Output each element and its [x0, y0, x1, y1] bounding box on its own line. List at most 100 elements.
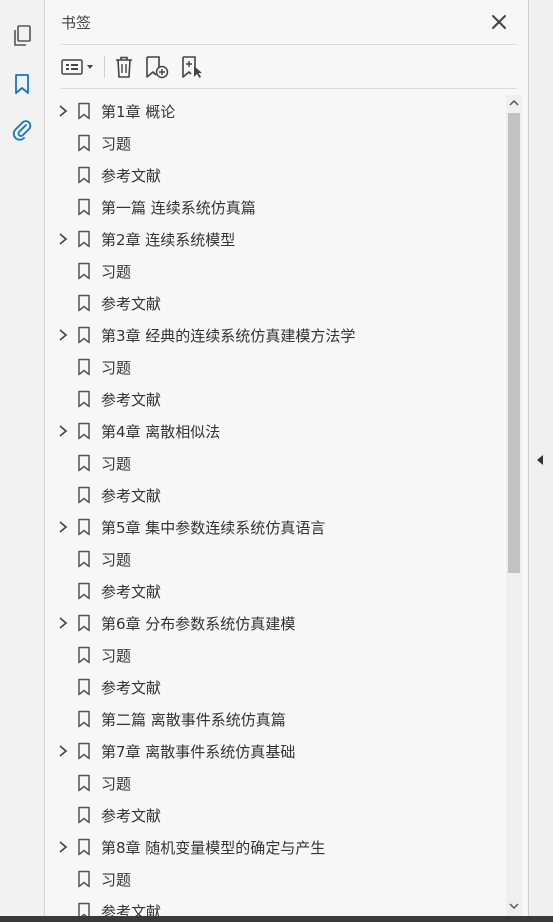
- delete-icon[interactable]: [111, 54, 137, 80]
- toolbar-separator: [104, 56, 105, 78]
- scrollbar-thumb[interactable]: [508, 113, 520, 573]
- bookmark-icon: [77, 262, 91, 280]
- bookmark-item[interactable]: 第一篇 连续系统仿真篇: [45, 191, 505, 223]
- bookmark-item[interactable]: 参考文献: [45, 799, 505, 831]
- bookmark-icon: [77, 358, 91, 376]
- bookmark-label: 习题: [101, 551, 132, 569]
- attachment-icon[interactable]: [8, 116, 36, 144]
- bookmark-item[interactable]: 习题: [45, 255, 505, 287]
- chevron-right-icon[interactable]: [56, 423, 70, 439]
- bookmark-label: 参考文献: [101, 391, 162, 409]
- bookmark-list: 第1章 概论 习题 参考文献 第一篇 连续系统仿真篇 第2章 连续系统模型 习题 参考文献第…: [45, 95, 507, 916]
- bookmark-item[interactable]: 习题: [45, 863, 505, 895]
- chevron-right-icon[interactable]: [56, 519, 70, 535]
- bookmark-item[interactable]: 第8章 随机变量模型的确定与产生: [45, 831, 505, 863]
- bookmark-label: 习题: [101, 135, 132, 153]
- bookmark-label: 第5章 集中参数连续系统仿真语言: [101, 519, 326, 537]
- bookmark-item[interactable]: 参考文献: [45, 575, 505, 607]
- bookmark-icon: [77, 390, 91, 408]
- bookmark-item[interactable]: 参考文献: [45, 287, 505, 319]
- divider: [61, 44, 517, 45]
- chevron-right-icon[interactable]: [56, 231, 70, 247]
- bookmark-icon: [77, 902, 91, 916]
- bookmark-label: 第4章 离散相似法: [101, 423, 221, 441]
- bookmark-item[interactable]: 参考文献: [45, 479, 505, 511]
- bookmark-icon: [77, 454, 91, 472]
- scrollbar[interactable]: [506, 95, 522, 916]
- bookmark-icon: [77, 582, 91, 600]
- bookmark-item[interactable]: 参考文献: [45, 383, 505, 415]
- bookmark-item[interactable]: 第4章 离散相似法: [45, 415, 505, 447]
- bookmark-label: 习题: [101, 455, 132, 473]
- bookmark-icon: [77, 134, 91, 152]
- expand-pane-icon[interactable]: [534, 452, 546, 466]
- chevron-right-icon[interactable]: [56, 327, 70, 343]
- bookmark-label: 参考文献: [101, 167, 162, 185]
- bookmark-label: 第3章 经典的连续系统仿真建模方法学: [101, 327, 356, 345]
- bookmark-label: 参考文献: [101, 583, 162, 601]
- chevron-right-icon[interactable]: [56, 743, 70, 759]
- bookmark-icon: [77, 774, 91, 792]
- bookmark-label: 参考文献: [101, 807, 162, 825]
- bookmark-icon: [77, 678, 91, 696]
- bookmark-icon: [77, 710, 91, 728]
- bookmark-icon: [77, 550, 91, 568]
- new-bookmark-icon[interactable]: [143, 54, 171, 80]
- bookmark-label: 习题: [101, 263, 132, 281]
- bottom-strip: [0, 916, 553, 922]
- chevron-right-icon[interactable]: [56, 615, 70, 631]
- bookmark-icon: [77, 230, 91, 248]
- bookmark-label: 参考文献: [101, 903, 162, 916]
- bookmark-icon: [77, 646, 91, 664]
- new-bookmark-from-structure-icon[interactable]: [179, 54, 207, 80]
- bookmark-icon: [77, 166, 91, 184]
- bookmark-icon: [77, 422, 91, 440]
- bookmark-label: 参考文献: [101, 679, 162, 697]
- bookmark-icon: [77, 198, 91, 216]
- collapsed-side-pane: [528, 0, 553, 916]
- bookmark-item[interactable]: 习题: [45, 639, 505, 671]
- chevron-right-icon[interactable]: [56, 103, 70, 119]
- bookmark-label: 参考文献: [101, 487, 162, 505]
- bookmark-toolbar: [45, 46, 528, 88]
- navigation-rail: [0, 0, 45, 916]
- bookmark-item[interactable]: 第二篇 离散事件系统仿真篇: [45, 703, 505, 735]
- options-menu-icon[interactable]: [59, 54, 97, 80]
- bookmark-icon: [77, 294, 91, 312]
- panel-title: 书签: [61, 14, 92, 32]
- bookmark-item[interactable]: 第6章 分布参数系统仿真建模: [45, 607, 505, 639]
- bookmark-item[interactable]: 参考文献: [45, 159, 505, 191]
- chevron-right-icon[interactable]: [56, 839, 70, 855]
- bookmark-item[interactable]: 第3章 经典的连续系统仿真建模方法学: [45, 319, 505, 351]
- bookmark-label: 第一篇 连续系统仿真篇: [101, 199, 256, 217]
- bookmark-icon: [77, 486, 91, 504]
- bookmark-icon: [77, 838, 91, 856]
- scroll-up-icon[interactable]: [506, 95, 522, 111]
- bookmark-label: 第1章 概论: [101, 103, 176, 121]
- bookmark-item[interactable]: 习题: [45, 447, 505, 479]
- bookmark-item[interactable]: 习题: [45, 127, 505, 159]
- bookmark-item[interactable]: 第2章 连续系统模型: [45, 223, 505, 255]
- bookmark-item[interactable]: 第7章 离散事件系统仿真基础: [45, 735, 505, 767]
- bookmark-item[interactable]: 习题: [45, 543, 505, 575]
- bookmark-label: 习题: [101, 359, 132, 377]
- bookmark-item[interactable]: 习题: [45, 767, 505, 799]
- bookmark-item[interactable]: 第1章 概论: [45, 95, 505, 127]
- bookmark-icon: [77, 518, 91, 536]
- bookmark-icon: [77, 326, 91, 344]
- bookmark-icon: [77, 806, 91, 824]
- bookmark-icon: [77, 614, 91, 632]
- bookmark-item[interactable]: 第5章 集中参数连续系统仿真语言: [45, 511, 505, 543]
- bookmark-icon[interactable]: [8, 70, 36, 98]
- bookmark-item[interactable]: 习题: [45, 351, 505, 383]
- panel-header: 书签: [45, 0, 528, 44]
- bookmark-label: 习题: [101, 775, 132, 793]
- scroll-down-icon[interactable]: [506, 898, 522, 914]
- close-icon[interactable]: [489, 12, 509, 32]
- bookmark-icon: [77, 742, 91, 760]
- bookmark-item[interactable]: 参考文献: [45, 895, 505, 916]
- divider: [61, 88, 517, 89]
- pages-icon[interactable]: [8, 22, 36, 50]
- bookmark-item[interactable]: 参考文献: [45, 671, 505, 703]
- bookmark-label: 第7章 离散事件系统仿真基础: [101, 743, 296, 761]
